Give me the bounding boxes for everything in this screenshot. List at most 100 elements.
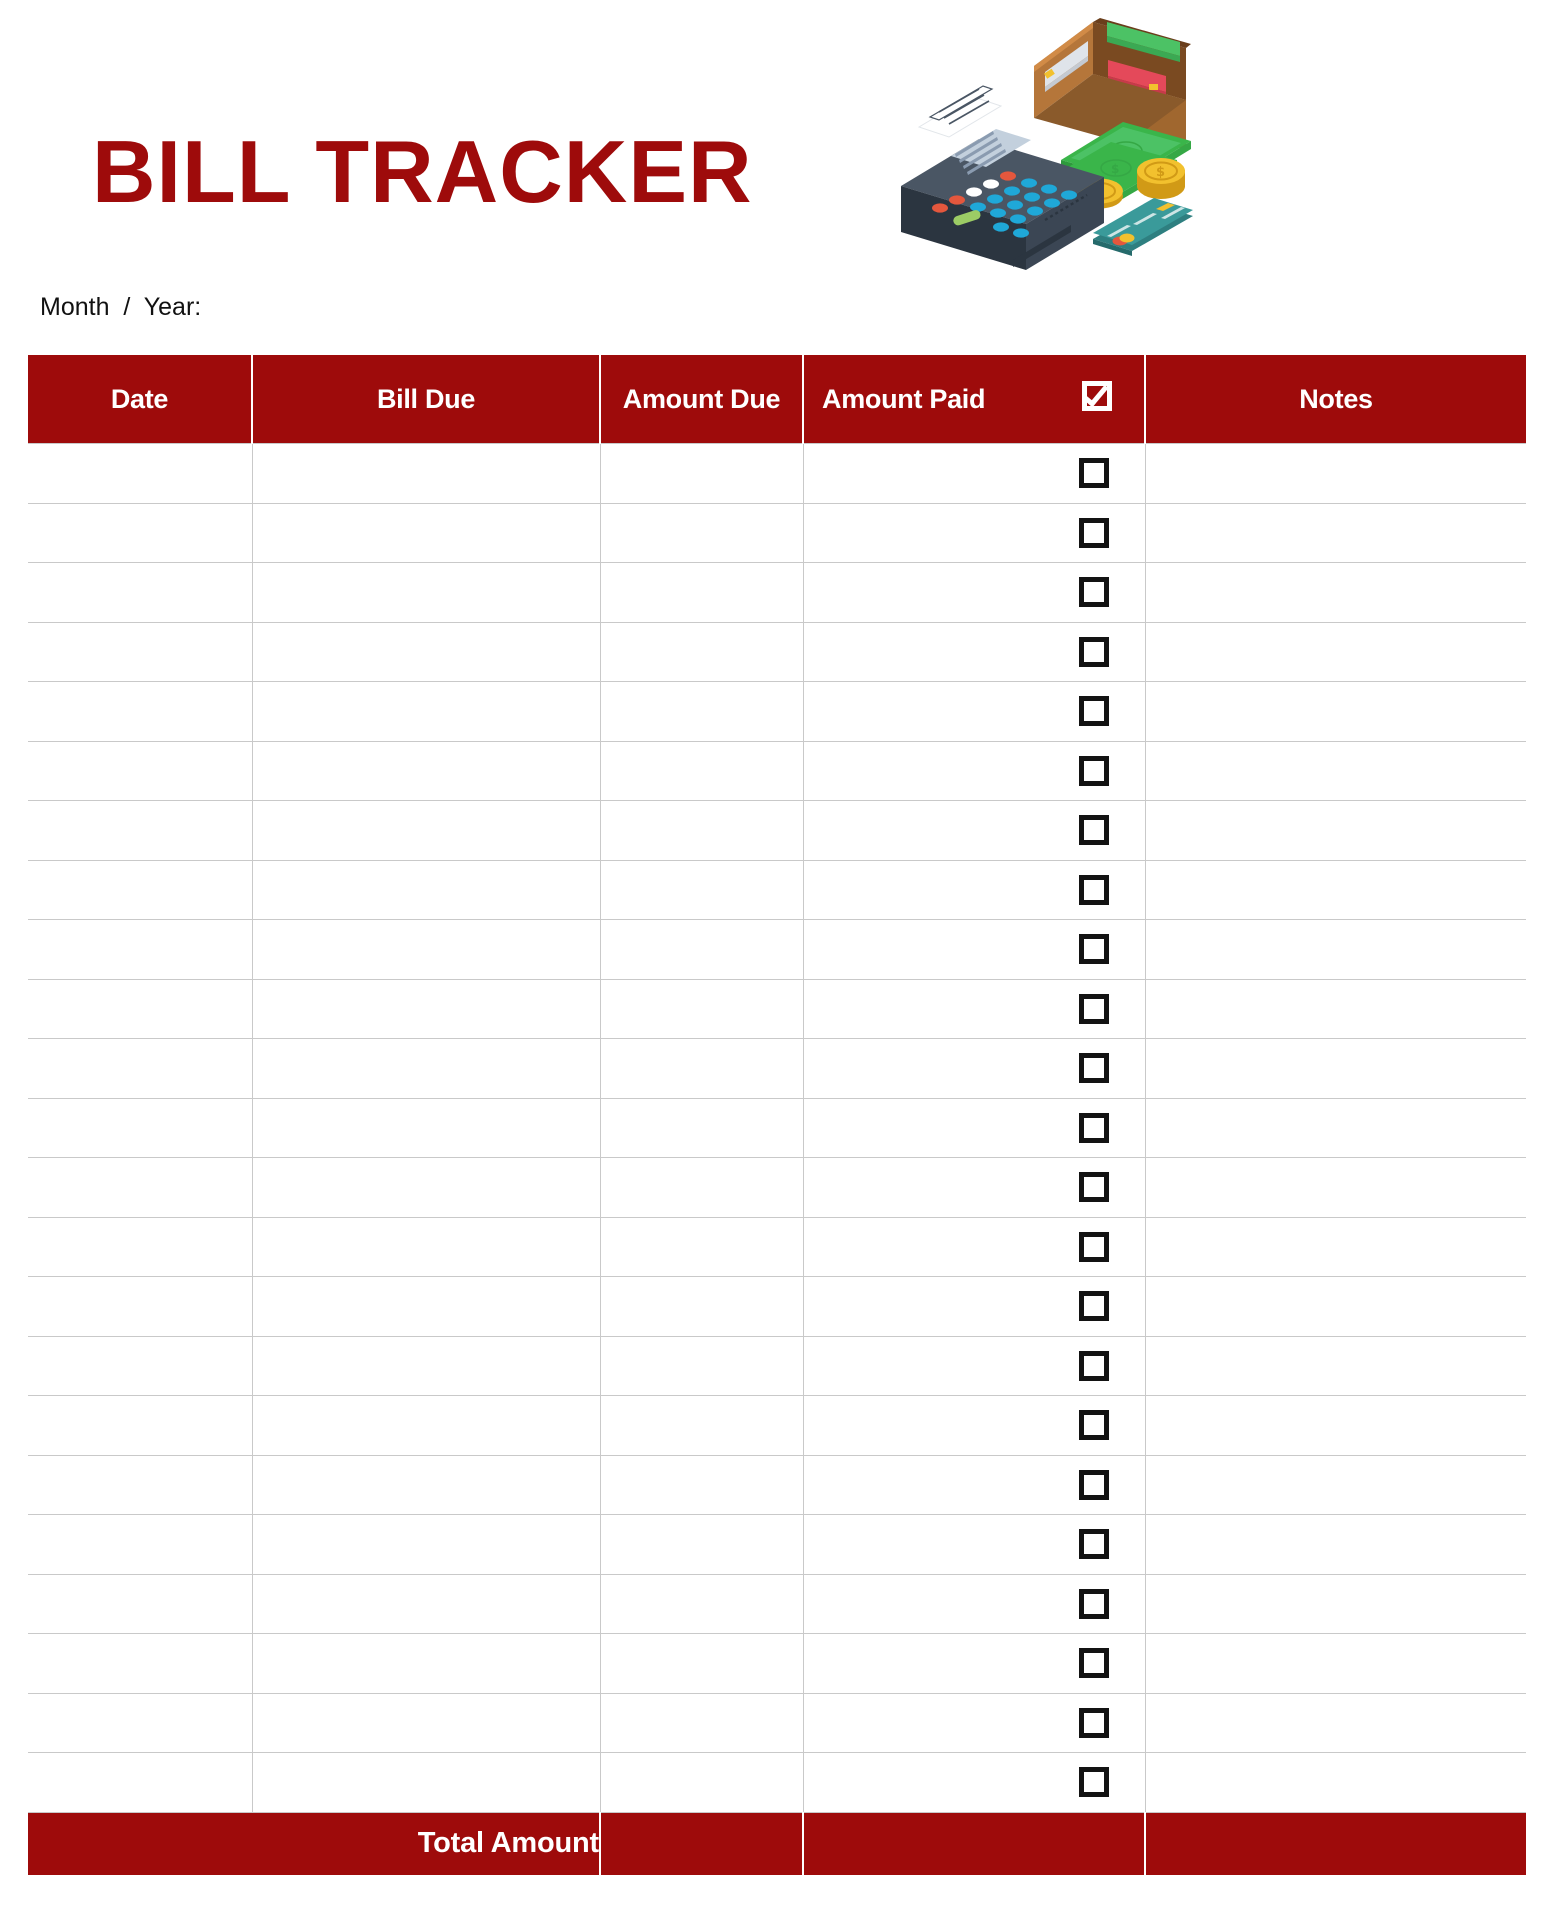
paid-checkbox[interactable] xyxy=(1078,458,1109,489)
cell-amount-due[interactable] xyxy=(600,681,804,742)
cell-date[interactable] xyxy=(28,1395,253,1456)
cell-bill-due[interactable] xyxy=(252,1276,601,1337)
cell-date[interactable] xyxy=(28,681,253,742)
cell-bill-due[interactable] xyxy=(252,681,601,742)
cell-notes[interactable] xyxy=(1145,562,1526,623)
cell-notes[interactable] xyxy=(1145,1336,1526,1396)
cell-date[interactable] xyxy=(28,1752,253,1813)
cell-amount-paid[interactable] xyxy=(803,1157,1146,1218)
paid-checkbox[interactable] xyxy=(1078,874,1109,905)
cell-amount-due[interactable] xyxy=(600,503,804,563)
cell-bill-due[interactable] xyxy=(252,860,601,920)
cell-bill-due[interactable] xyxy=(252,1514,601,1575)
cell-amount-due[interactable] xyxy=(600,1574,804,1634)
cell-amount-due[interactable] xyxy=(600,741,804,801)
cell-amount-paid[interactable] xyxy=(803,1574,1146,1634)
cell-amount-paid[interactable] xyxy=(803,1217,1146,1277)
cell-date[interactable] xyxy=(28,1157,253,1218)
cell-amount-due[interactable] xyxy=(600,979,804,1039)
cell-amount-paid[interactable] xyxy=(803,562,1146,623)
cell-amount-due[interactable] xyxy=(600,1217,804,1277)
cell-amount-due[interactable] xyxy=(600,860,804,920)
cell-date[interactable] xyxy=(28,443,253,504)
cell-bill-due[interactable] xyxy=(252,1633,601,1694)
cell-bill-due[interactable] xyxy=(252,1455,601,1515)
cell-date[interactable] xyxy=(28,919,253,980)
paid-checkbox[interactable] xyxy=(1078,1112,1109,1143)
cell-date[interactable] xyxy=(28,1455,253,1515)
cell-date[interactable] xyxy=(28,1217,253,1277)
paid-checkbox[interactable] xyxy=(1078,755,1109,786)
cell-notes[interactable] xyxy=(1145,1276,1526,1337)
cell-amount-paid[interactable] xyxy=(803,1752,1146,1813)
cell-bill-due[interactable] xyxy=(252,1038,601,1099)
cell-date[interactable] xyxy=(28,1693,253,1753)
cell-amount-due[interactable] xyxy=(600,1752,804,1813)
cell-notes[interactable] xyxy=(1145,1098,1526,1158)
cell-amount-paid[interactable] xyxy=(803,1514,1146,1575)
cell-notes[interactable] xyxy=(1145,919,1526,980)
cell-date[interactable] xyxy=(28,1276,253,1337)
cell-date[interactable] xyxy=(28,860,253,920)
cell-amount-due[interactable] xyxy=(600,1336,804,1396)
cell-amount-due[interactable] xyxy=(600,1157,804,1218)
paid-checkbox[interactable] xyxy=(1078,815,1109,846)
cell-date[interactable] xyxy=(28,1574,253,1634)
cell-notes[interactable] xyxy=(1145,622,1526,682)
cell-notes[interactable] xyxy=(1145,1157,1526,1218)
total-amount-due-cell[interactable] xyxy=(600,1812,804,1875)
paid-checkbox[interactable] xyxy=(1078,1767,1109,1798)
cell-date[interactable] xyxy=(28,562,253,623)
cell-bill-due[interactable] xyxy=(252,1693,601,1753)
cell-notes[interactable] xyxy=(1145,1633,1526,1694)
cell-amount-paid[interactable] xyxy=(803,1336,1146,1396)
cell-bill-due[interactable] xyxy=(252,1098,601,1158)
paid-checkbox[interactable] xyxy=(1078,1053,1109,1084)
cell-amount-due[interactable] xyxy=(600,1276,804,1337)
cell-amount-due[interactable] xyxy=(600,443,804,504)
cell-amount-paid[interactable] xyxy=(803,1098,1146,1158)
cell-bill-due[interactable] xyxy=(252,741,601,801)
paid-checkbox[interactable] xyxy=(1078,1648,1109,1679)
cell-bill-due[interactable] xyxy=(252,979,601,1039)
cell-notes[interactable] xyxy=(1145,860,1526,920)
cell-notes[interactable] xyxy=(1145,741,1526,801)
cell-amount-paid[interactable] xyxy=(803,503,1146,563)
cell-bill-due[interactable] xyxy=(252,1752,601,1813)
cell-notes[interactable] xyxy=(1145,1038,1526,1099)
cell-bill-due[interactable] xyxy=(252,800,601,861)
cell-date[interactable] xyxy=(28,800,253,861)
cell-amount-due[interactable] xyxy=(600,562,804,623)
cell-amount-due[interactable] xyxy=(600,1514,804,1575)
total-amount-paid-cell[interactable] xyxy=(803,1812,1146,1875)
cell-bill-due[interactable] xyxy=(252,919,601,980)
cell-amount-paid[interactable] xyxy=(803,860,1146,920)
cell-bill-due[interactable] xyxy=(252,443,601,504)
cell-amount-paid[interactable] xyxy=(803,800,1146,861)
cell-amount-paid[interactable] xyxy=(803,979,1146,1039)
cell-date[interactable] xyxy=(28,1098,253,1158)
paid-checkbox[interactable] xyxy=(1078,636,1109,667)
cell-date[interactable] xyxy=(28,741,253,801)
paid-checkbox[interactable] xyxy=(1078,1588,1109,1619)
cell-date[interactable] xyxy=(28,979,253,1039)
cell-notes[interactable] xyxy=(1145,1693,1526,1753)
cell-notes[interactable] xyxy=(1145,443,1526,504)
cell-amount-paid[interactable] xyxy=(803,1455,1146,1515)
cell-notes[interactable] xyxy=(1145,681,1526,742)
paid-checkbox[interactable] xyxy=(1078,1469,1109,1500)
paid-checkbox[interactable] xyxy=(1078,993,1109,1024)
paid-checkbox[interactable] xyxy=(1078,1529,1109,1560)
paid-checkbox[interactable] xyxy=(1078,517,1109,548)
cell-bill-due[interactable] xyxy=(252,622,601,682)
paid-checkbox[interactable] xyxy=(1078,696,1109,727)
cell-date[interactable] xyxy=(28,1336,253,1396)
cell-notes[interactable] xyxy=(1145,800,1526,861)
cell-notes[interactable] xyxy=(1145,503,1526,563)
cell-bill-due[interactable] xyxy=(252,1574,601,1634)
paid-checkbox[interactable] xyxy=(1078,1231,1109,1262)
cell-amount-paid[interactable] xyxy=(803,1395,1146,1456)
cell-amount-paid[interactable] xyxy=(803,1276,1146,1337)
cell-notes[interactable] xyxy=(1145,1574,1526,1634)
cell-date[interactable] xyxy=(28,1514,253,1575)
